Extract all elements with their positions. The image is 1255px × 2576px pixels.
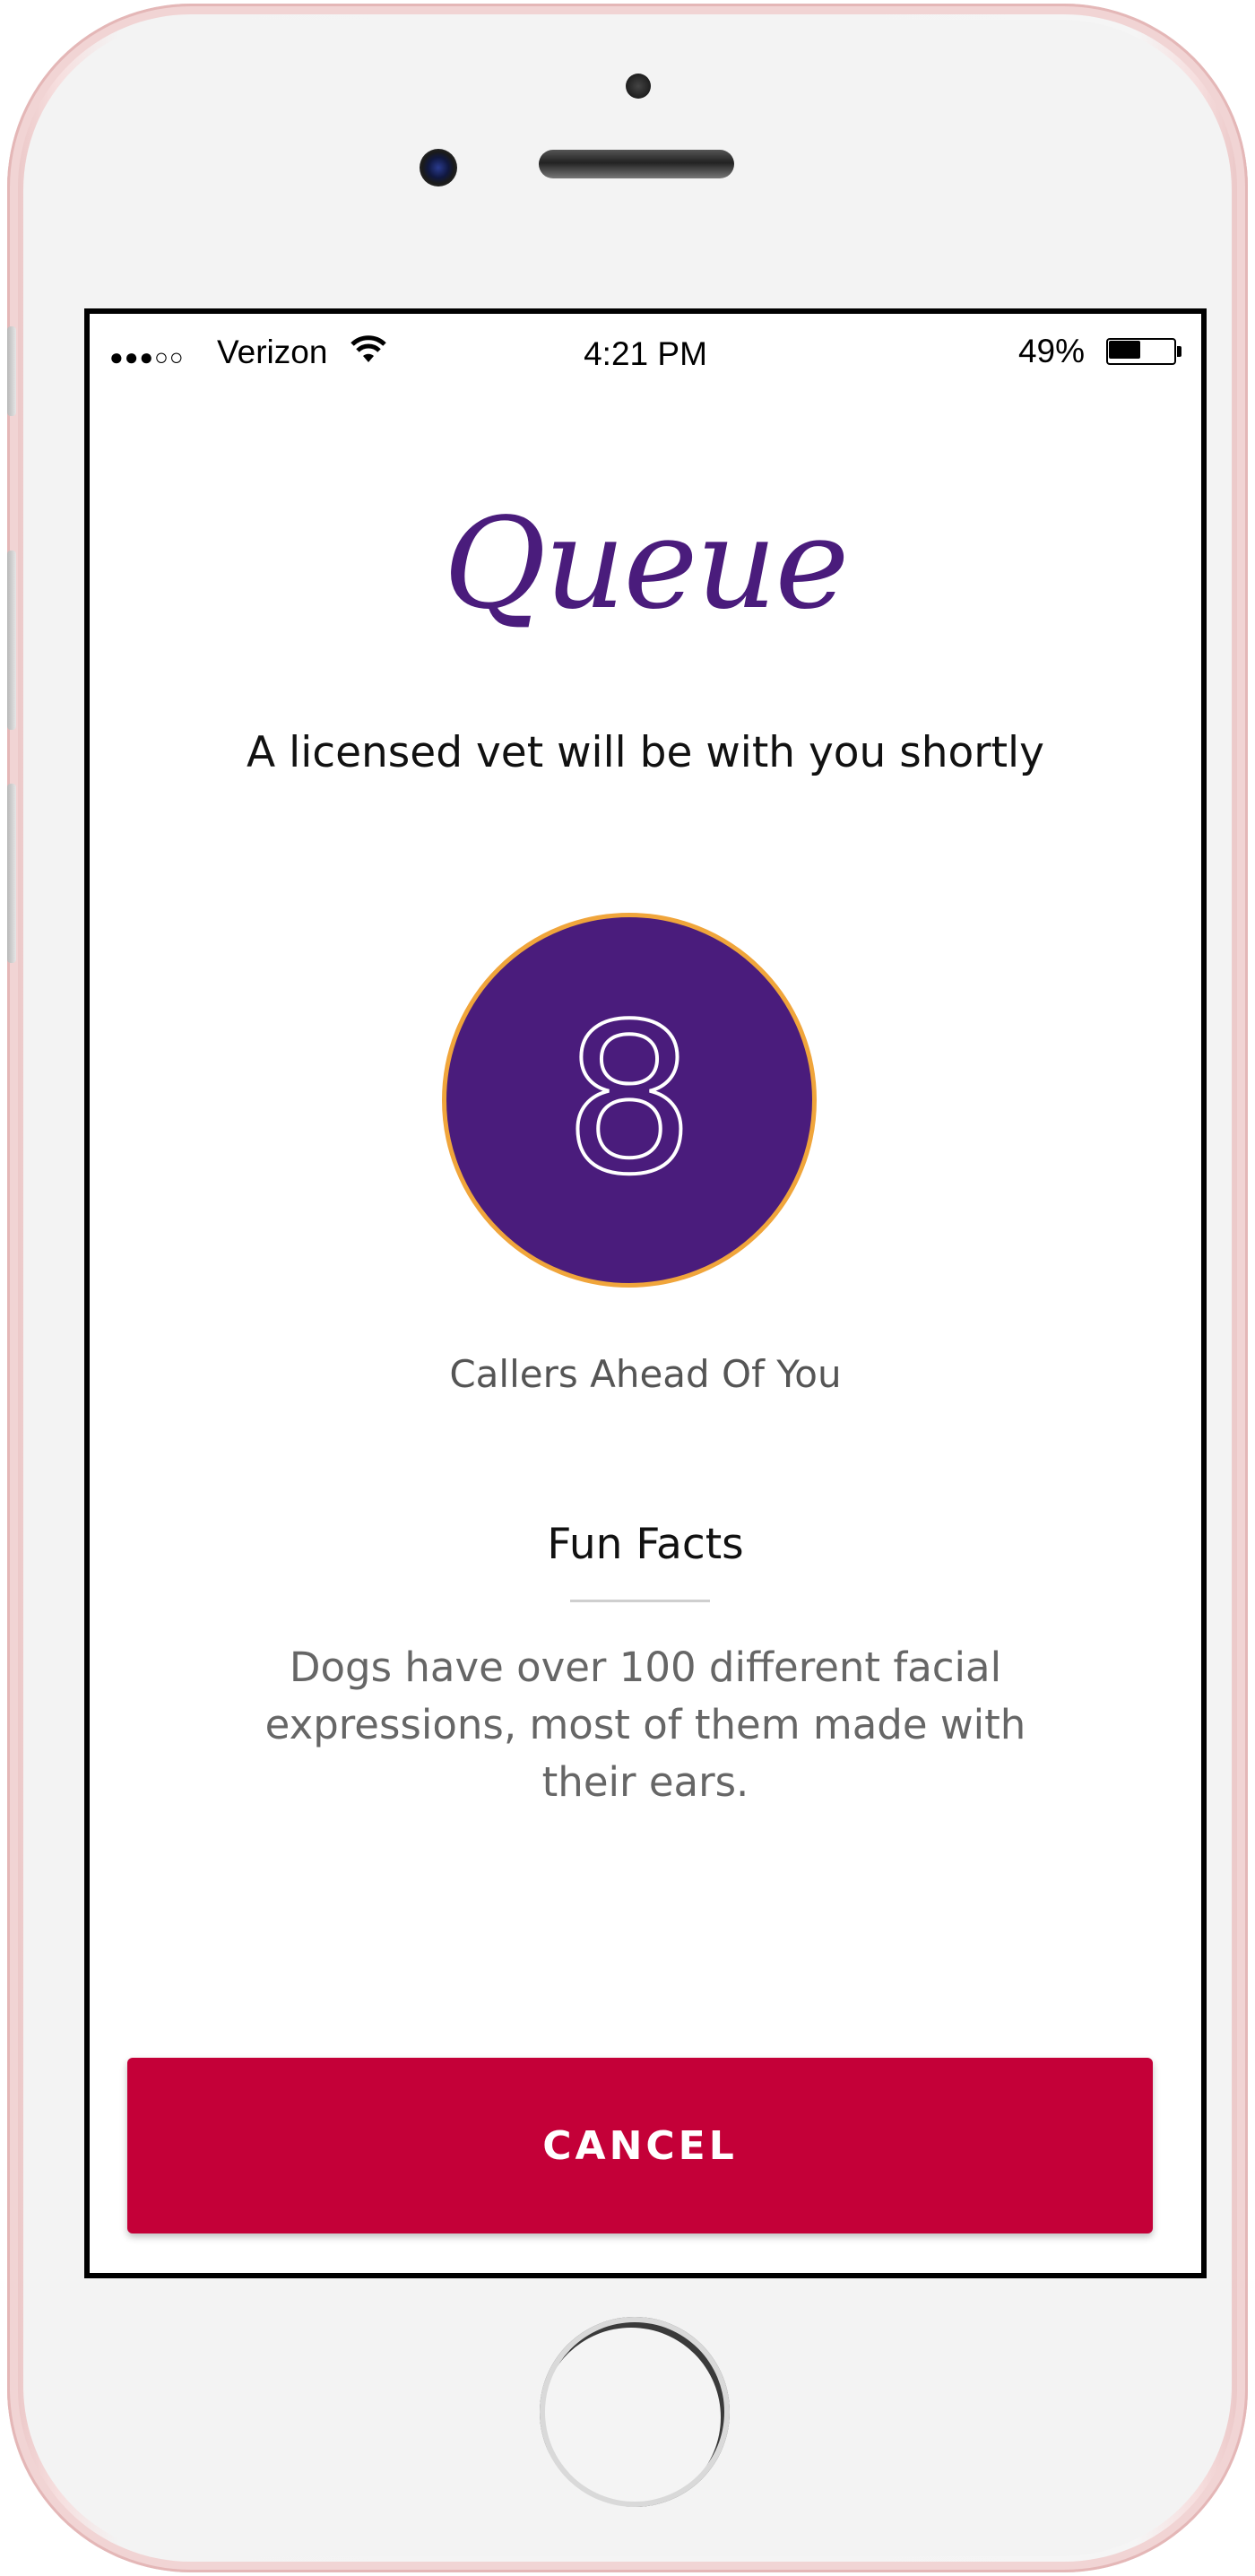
wait-message: A licensed vet will be with you shortly xyxy=(247,728,1044,777)
volume-up-button xyxy=(7,551,16,730)
proximity-sensor xyxy=(626,74,651,99)
queue-position-badge: 8 xyxy=(442,913,817,1288)
callers-ahead-count: 8 xyxy=(562,979,697,1222)
cancel-button[interactable]: CANCEL xyxy=(127,2058,1153,2233)
battery-percentage: 49% xyxy=(1017,333,1085,369)
volume-down-button xyxy=(7,784,16,963)
status-bar: ●●●○○ Verizon 4:21 PM 49% xyxy=(90,314,1201,386)
battery-icon xyxy=(1106,338,1181,365)
app-screen: ●●●○○ Verizon 4:21 PM 49% Queue A licens… xyxy=(84,308,1207,2278)
earpiece-speaker xyxy=(539,150,734,178)
mute-switch xyxy=(7,326,16,416)
fun-facts-divider xyxy=(570,1600,710,1602)
fun-facts-heading: Fun Facts xyxy=(547,1520,744,1569)
front-camera-icon xyxy=(420,149,457,186)
phone-frame: ●●●○○ Verizon 4:21 PM 49% Queue A licens… xyxy=(7,4,1248,2572)
home-button[interactable] xyxy=(540,2317,730,2507)
callers-ahead-label: Callers Ahead Of You xyxy=(449,1352,842,1396)
queue-logo: Queue xyxy=(443,491,850,637)
fun-fact-text: Dogs have over 100 different facial expr… xyxy=(264,1644,1026,1806)
battery-level xyxy=(1109,341,1140,359)
